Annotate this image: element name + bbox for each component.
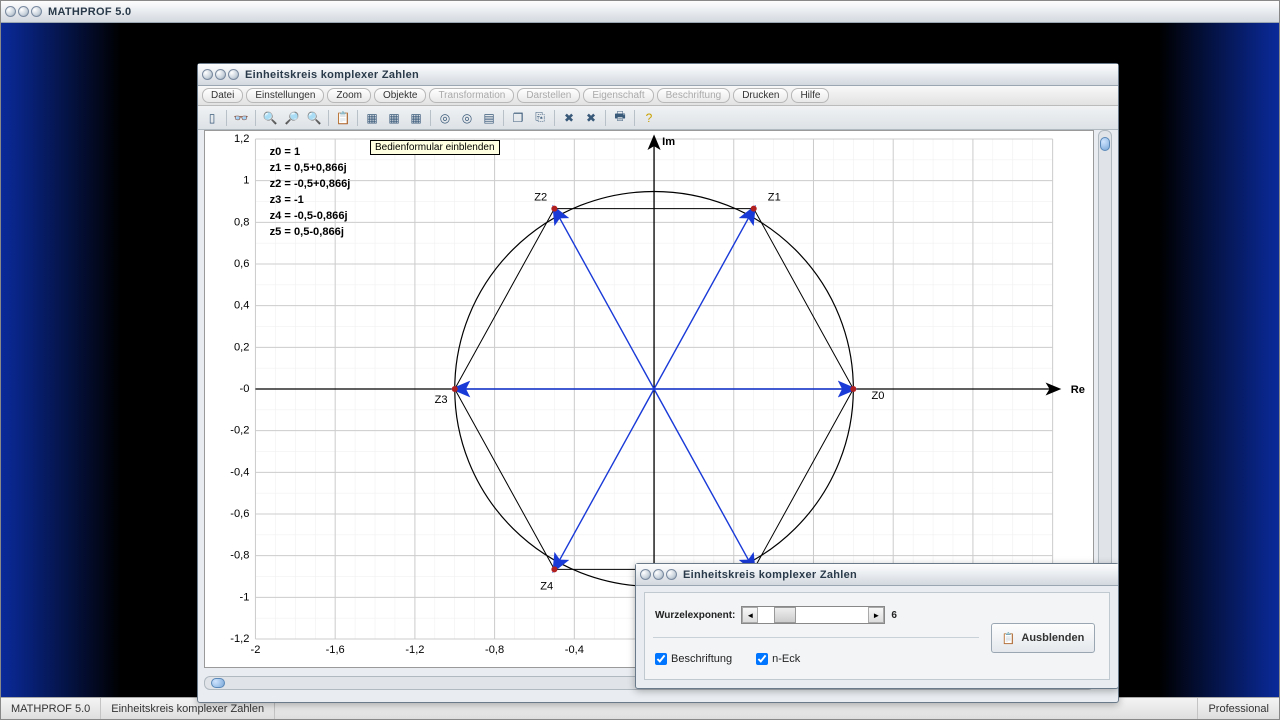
- svg-text:-0,8: -0,8: [485, 644, 504, 656]
- exponent-label: Wurzelexponent:: [655, 610, 735, 621]
- app-window: MATHPROF 5.0 Einheitskreis komplexer Zah…: [0, 0, 1280, 720]
- tool-rect-icon[interactable]: ▯: [202, 109, 222, 127]
- svg-text:Z4: Z4: [540, 580, 553, 592]
- menu-einstellungen[interactable]: Einstellungen: [246, 88, 324, 103]
- svg-text:-0,4: -0,4: [565, 644, 584, 656]
- checkbox-neck-label: n-Eck: [772, 653, 800, 665]
- svg-text:z1 = 0,5+0,866j: z1 = 0,5+0,866j: [270, 162, 347, 174]
- svg-text:-0,4: -0,4: [230, 466, 249, 478]
- control-panel-window: Einheitskreis komplexer Zahlen Wurzelexp…: [635, 563, 1119, 689]
- svg-text:0,4: 0,4: [234, 300, 249, 312]
- svg-text:Im: Im: [662, 136, 675, 148]
- v-scroll-thumb[interactable]: [1100, 137, 1110, 151]
- toolbar: ▯ 👓 🔍 🔎 🔍 📋 ▦ ▦ ▦ ◎ ◎ ▤ ❐ ⎘: [198, 106, 1118, 130]
- app-titlebar[interactable]: MATHPROF 5.0: [1, 1, 1279, 23]
- target-b-icon[interactable]: ◎: [457, 109, 477, 127]
- svg-text:z0 = 1: z0 = 1: [270, 146, 301, 158]
- menu-objekte[interactable]: Objekte: [374, 88, 426, 103]
- svg-text:-1,2: -1,2: [230, 633, 249, 645]
- svg-text:Z3: Z3: [435, 394, 448, 406]
- checkbox-beschriftung-input[interactable]: [655, 653, 667, 665]
- zoom-reset-icon[interactable]: 🔍: [304, 109, 324, 127]
- svg-text:-0: -0: [240, 383, 250, 395]
- svg-text:-1: -1: [240, 591, 250, 603]
- menu-beschriftung: Beschriftung: [657, 88, 731, 103]
- panel-body: Wurzelexponent: ◄ ► 6 Beschriftung n-Eck…: [644, 592, 1110, 680]
- print-icon[interactable]: 🖶: [610, 109, 630, 127]
- bg-glow-right: [1159, 23, 1279, 697]
- menu-datei[interactable]: Datei: [202, 88, 243, 103]
- menu-zoom[interactable]: Zoom: [327, 88, 371, 103]
- help-icon[interactable]: ?: [639, 109, 659, 127]
- tooltip: Bedienformular einblenden: [370, 140, 500, 155]
- bg-glow-left: [1, 23, 121, 697]
- status-edition: Professional: [1198, 698, 1279, 719]
- form-hide-icon: 📋: [1002, 632, 1016, 645]
- app-title: MATHPROF 5.0: [48, 6, 131, 18]
- window-buttons[interactable]: [202, 69, 239, 80]
- zoom-in-icon[interactable]: 🔍: [260, 109, 280, 127]
- svg-text:-1,6: -1,6: [326, 644, 345, 656]
- plot-titlebar[interactable]: Einheitskreis komplexer Zahlen: [198, 64, 1118, 86]
- layers-icon[interactable]: ❐: [508, 109, 528, 127]
- exponent-value: 6: [891, 610, 897, 621]
- window-buttons[interactable]: [640, 569, 677, 580]
- svg-text:Z2: Z2: [534, 192, 547, 204]
- svg-text:-0,2: -0,2: [230, 425, 249, 437]
- mdi-area: Einheitskreis komplexer Zahlen DateiEins…: [1, 23, 1279, 697]
- copy-icon[interactable]: ⎘: [530, 109, 550, 127]
- svg-text:-0,6: -0,6: [230, 508, 249, 520]
- checkbox-beschriftung[interactable]: Beschriftung: [655, 653, 732, 665]
- svg-text:-1,2: -1,2: [405, 644, 424, 656]
- grid-b-icon[interactable]: ▦: [384, 109, 404, 127]
- menu-transformation: Transformation: [429, 88, 514, 103]
- delete-a-icon[interactable]: ✖: [559, 109, 579, 127]
- svg-text:z5 = 0,5-0,866j: z5 = 0,5-0,866j: [270, 226, 344, 238]
- svg-text:Re: Re: [1071, 384, 1085, 396]
- svg-text:0,8: 0,8: [234, 216, 249, 228]
- svg-text:z2 = -0,5+0,866j: z2 = -0,5+0,866j: [270, 178, 351, 190]
- svg-text:0,6: 0,6: [234, 258, 249, 270]
- grid-a-icon[interactable]: ▦: [362, 109, 382, 127]
- exponent-decrease-button[interactable]: ◄: [742, 607, 758, 623]
- h-scroll-thumb[interactable]: [211, 678, 225, 688]
- status-appname: MATHPROF 5.0: [1, 698, 101, 719]
- svg-text:-0,8: -0,8: [230, 550, 249, 562]
- panel-title: Einheitskreis komplexer Zahlen: [683, 569, 857, 581]
- panel-titlebar[interactable]: Einheitskreis komplexer Zahlen: [636, 564, 1118, 586]
- menu-hilfe[interactable]: Hilfe: [791, 88, 829, 103]
- menu-drucken[interactable]: Drucken: [733, 88, 788, 103]
- exponent-scrollbar[interactable]: ◄ ►: [741, 606, 885, 624]
- checkbox-beschriftung-label: Beschriftung: [671, 653, 732, 665]
- tool-binoculars-icon[interactable]: 👓: [231, 109, 251, 127]
- grid-c-icon[interactable]: ▦: [406, 109, 426, 127]
- svg-text:1: 1: [243, 175, 249, 187]
- table-icon[interactable]: ▤: [479, 109, 499, 127]
- svg-text:0,2: 0,2: [234, 341, 249, 353]
- ausblenden-button[interactable]: 📋 Ausblenden: [991, 623, 1095, 653]
- delete-b-icon[interactable]: ✖: [581, 109, 601, 127]
- form-show-icon[interactable]: 📋: [333, 109, 353, 127]
- exponent-thumb[interactable]: [774, 607, 796, 623]
- exponent-track[interactable]: [758, 607, 868, 623]
- checkbox-neck-input[interactable]: [756, 653, 768, 665]
- svg-text:z4 = -0,5-0,866j: z4 = -0,5-0,866j: [270, 210, 348, 222]
- menu-darstellen: Darstellen: [517, 88, 580, 103]
- zoom-out-icon[interactable]: 🔎: [282, 109, 302, 127]
- svg-text:Z0: Z0: [872, 390, 885, 402]
- panel-divider: [653, 637, 979, 638]
- menubar: DateiEinstellungenZoomObjekteTransformat…: [198, 86, 1118, 106]
- checkbox-neck[interactable]: n-Eck: [756, 653, 800, 665]
- plot-title: Einheitskreis komplexer Zahlen: [245, 69, 419, 81]
- exponent-increase-button[interactable]: ►: [868, 607, 884, 623]
- svg-text:1,2: 1,2: [234, 133, 249, 145]
- target-a-icon[interactable]: ◎: [435, 109, 455, 127]
- menu-eigenschaft: Eigenschaft: [583, 88, 653, 103]
- window-buttons[interactable]: [5, 6, 42, 17]
- svg-text:-2: -2: [251, 644, 261, 656]
- svg-text:Z1: Z1: [768, 192, 781, 204]
- ausblenden-label: Ausblenden: [1021, 632, 1084, 644]
- svg-text:z3 = -1: z3 = -1: [270, 194, 304, 206]
